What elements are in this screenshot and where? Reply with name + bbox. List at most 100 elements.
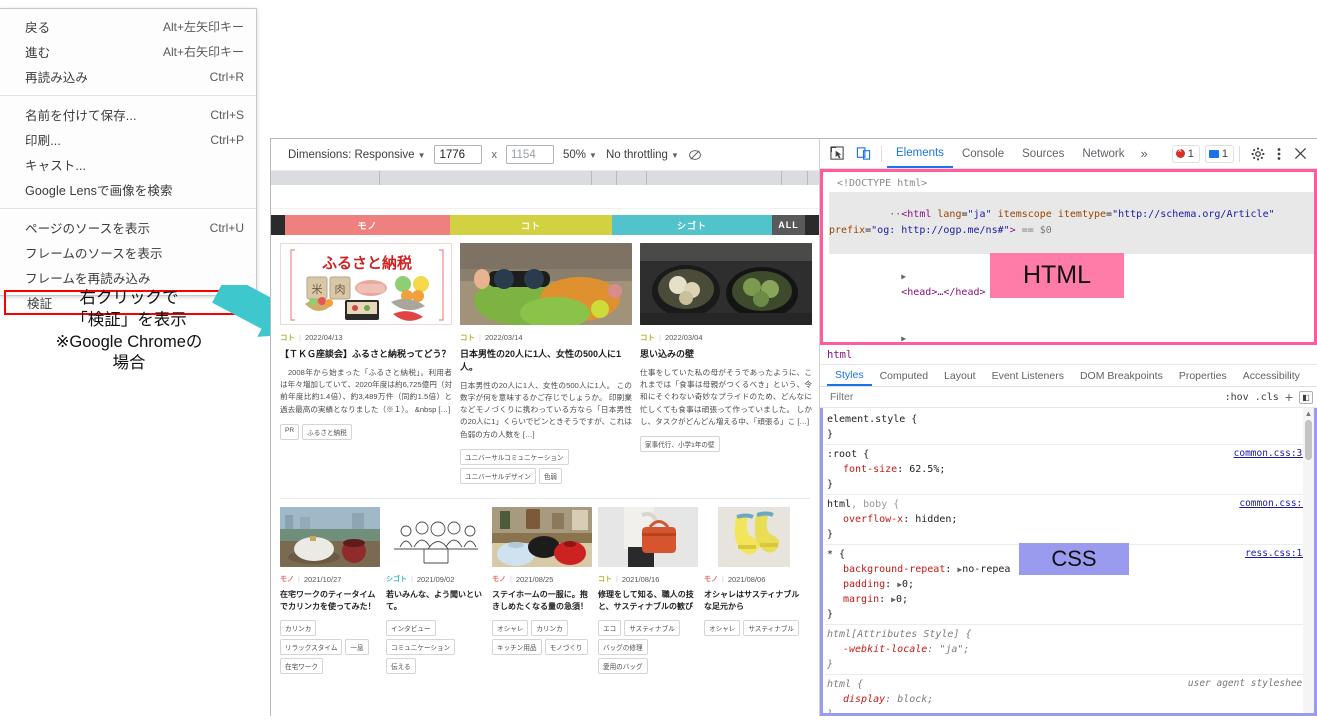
article-title[interactable]: 修理をして知る、職人の技と、サスティナブルの歓び — [598, 589, 698, 612]
css-declaration[interactable]: overflow-x: hidden; — [827, 512, 1314, 527]
css-rule-element-style[interactable]: element.style { } — [825, 410, 1314, 445]
article-tag[interactable]: カリンカ — [280, 620, 317, 637]
css-rule-ua-html[interactable]: html { user agent stylesheet display: bl… — [825, 675, 1314, 713]
context-menu-item-back[interactable]: 戻る Alt+左矢印キー — [0, 14, 256, 39]
article-thumbnail-teapots[interactable] — [492, 507, 592, 568]
styles-tab-layout[interactable]: Layout — [936, 365, 984, 386]
styles-tab-accessibility[interactable]: Accessibility — [1235, 365, 1308, 386]
article-card[interactable]: モノ | 2021/08/25 ステイホームの一服に。抱きしめたくなる量の急須！… — [492, 507, 592, 674]
article-thumbnail-sunglasses[interactable] — [460, 243, 632, 325]
article-title[interactable]: 日本男性の20人に1人、女性の500人に1人。 — [460, 348, 632, 374]
css-origin-link[interactable]: common.css:37 — [1234, 447, 1308, 461]
article-tag[interactable]: キッチン用品 — [492, 639, 542, 656]
context-menu-item-save-as[interactable]: 名前を付けて保存... Ctrl+S — [0, 102, 256, 127]
context-menu-item-view-source[interactable]: ページのソースを表示 Ctrl+U — [0, 215, 256, 240]
styles-tab-styles[interactable]: Styles — [827, 365, 872, 386]
zoom-dropdown[interactable]: 50% ▼ — [563, 149, 597, 161]
article-tag[interactable]: サスティナブル — [743, 620, 800, 637]
article-tag[interactable]: オシャレ — [492, 620, 529, 637]
article-tag[interactable]: 伝える — [386, 658, 416, 675]
tab-console[interactable]: Console — [953, 139, 1013, 168]
browser-context-menu[interactable]: 戻る Alt+左矢印キー 進む Alt+右矢印キー 再読み込み Ctrl+R 名… — [0, 8, 257, 315]
article-tag[interactable]: エコ — [598, 620, 622, 637]
css-declaration[interactable]: margin: ▶0; — [827, 592, 1314, 607]
article-card[interactable]: シゴト | 2021/09/02 若いみんな、よう聞いといて。 インタビュー コ… — [386, 507, 486, 675]
styles-tab-dom-breakpoints[interactable]: DOM Breakpoints — [1072, 365, 1171, 386]
dom-body-line[interactable]: ▶ <body id class>…</body> — [829, 316, 1314, 342]
css-value[interactable]: hidden; — [915, 514, 957, 525]
article-title[interactable]: オシャレはサスティナブルな足元から — [704, 589, 804, 612]
article-tag[interactable]: リラックスタイム — [280, 639, 343, 656]
context-menu-item-google-lens[interactable]: Google Lensで画像を検索 — [0, 177, 256, 202]
article-card[interactable]: コト | 2021/08/16 修理をして知る、職人の技と、サスティナブルの歓び… — [598, 507, 698, 675]
article-title[interactable]: 在宅ワークのティータイムでカリンカを使ってみた！ — [280, 589, 380, 612]
scrollbar-thumb[interactable] — [1305, 420, 1312, 460]
article-card[interactable]: コト | 2022/03/04 思い込みの壁 仕事をしていた私の母がそうであった… — [640, 243, 812, 484]
tab-sources[interactable]: Sources — [1013, 139, 1073, 168]
article-tag[interactable]: 在宅ワーク — [280, 658, 323, 675]
error-count-badge[interactable]: 1 — [1171, 144, 1200, 163]
article-tag[interactable]: 色弱 — [538, 468, 562, 485]
css-declaration[interactable]: display: block; — [827, 692, 1314, 707]
more-tabs-icon[interactable]: » — [1134, 146, 1155, 161]
css-value[interactable]: "ja"; — [939, 644, 969, 655]
css-rule-html-body[interactable]: html, boby { common.css:3 overflow-x: hi… — [825, 495, 1314, 545]
css-origin-link[interactable]: common.css:3 — [1239, 497, 1308, 511]
article-card[interactable]: ふるさと納税 米 肉 コト | 2022/04/13 【ＴＫＧ座談会】ふるさと納… — [280, 243, 452, 484]
hov-toggle-button[interactable]: :hov — [1225, 392, 1249, 403]
context-menu-item-print[interactable]: 印刷... Ctrl+P — [0, 127, 256, 152]
inspect-element-icon[interactable] — [824, 142, 850, 166]
context-menu-item-cast[interactable]: キャスト... — [0, 152, 256, 177]
dom-breadcrumb[interactable]: html — [820, 345, 1317, 365]
styles-scrollbar[interactable]: ▲ — [1303, 408, 1314, 713]
close-icon[interactable] — [1287, 142, 1313, 166]
context-menu-item-reload[interactable]: 再読み込み Ctrl+R — [0, 64, 256, 89]
article-tag[interactable]: バッグの修理 — [598, 639, 648, 656]
kebab-menu-icon[interactable] — [1271, 142, 1287, 166]
expand-triangle-icon[interactable]: ▶ — [901, 272, 906, 281]
article-tag[interactable]: ユニバーサルコミュニケーション — [460, 449, 569, 466]
css-value[interactable]: 0; — [896, 594, 908, 605]
article-thumbnail-teatime[interactable] — [280, 507, 380, 568]
computed-sidebar-toggle-icon[interactable]: ◧ — [1299, 390, 1313, 404]
styles-tab-properties[interactable]: Properties — [1171, 365, 1235, 386]
article-title[interactable]: 思い込みの壁 — [640, 348, 812, 361]
expand-triangle-icon[interactable]: ▶ — [901, 334, 906, 342]
article-title[interactable]: 若いみんな、よう聞いといて。 — [386, 589, 486, 612]
styles-tab-computed[interactable]: Computed — [872, 365, 936, 386]
styles-filter-input[interactable] — [828, 390, 1219, 404]
breadcrumb-item-html[interactable]: html — [827, 349, 852, 361]
article-tag[interactable]: インタビュー — [386, 620, 436, 637]
article-tag[interactable]: PR — [280, 423, 300, 440]
category-tab-all[interactable]: ALL — [772, 215, 805, 235]
article-card[interactable]: コト | 2022/03/14 日本男性の20人に1人、女性の500人に1人。 … — [460, 243, 632, 485]
viewport-height-input[interactable] — [505, 145, 554, 164]
css-value[interactable]: 0; — [902, 579, 914, 590]
category-tab-koto[interactable]: コト — [450, 215, 612, 235]
emulated-page-viewport[interactable]: モノ コト シゴト ALL ふるさと納税 米 肉 コト | 2022/04/13… — [271, 185, 819, 716]
category-tab-mono[interactable]: モノ — [285, 215, 450, 235]
article-thumbnail-cooking[interactable] — [640, 243, 812, 325]
article-card[interactable]: モノ | 2021/10/27 在宅ワークのティータイムでカリンカを使ってみた！… — [280, 507, 380, 675]
context-menu-item-view-frame-source[interactable]: フレームのソースを表示 — [0, 240, 256, 265]
css-declaration[interactable]: -webkit-locale: "ja"; — [827, 642, 1314, 657]
category-tab-shigoto[interactable]: シゴト — [612, 215, 772, 235]
article-tag[interactable]: カリンカ — [531, 620, 568, 637]
throttling-dropdown[interactable]: No throttling ▼ — [606, 149, 679, 161]
css-declaration[interactable]: font-size: 62.5%; — [827, 462, 1314, 477]
message-count-badge[interactable]: 1 — [1204, 144, 1234, 163]
article-tag[interactable]: 家事代行、小学1年の壁 — [640, 436, 720, 453]
article-tag[interactable]: 一息 — [345, 639, 369, 656]
site-category-nav[interactable]: モノ コト シゴト ALL — [271, 215, 819, 235]
css-declaration[interactable]: padding: ▶0; — [827, 577, 1314, 592]
no-throttling-icon[interactable] — [688, 148, 702, 162]
scroll-up-arrow-icon[interactable]: ▲ — [1303, 408, 1314, 419]
article-thumbnail-lineart-meeting[interactable] — [386, 507, 486, 568]
article-tag[interactable]: オシャレ — [704, 620, 741, 637]
css-origin-link[interactable]: ress.css:15 — [1245, 547, 1308, 561]
article-thumbnail-handbag[interactable] — [598, 507, 698, 568]
article-title[interactable]: ステイホームの一服に。抱きしめたくなる量の急須！ — [492, 589, 592, 612]
article-title[interactable]: 【ＴＫＧ座談会】ふるさと納税ってどう？ — [280, 348, 452, 361]
article-tag[interactable]: ユニバーサルデザイン — [460, 468, 536, 485]
new-style-rule-button[interactable]: + — [1285, 389, 1293, 405]
